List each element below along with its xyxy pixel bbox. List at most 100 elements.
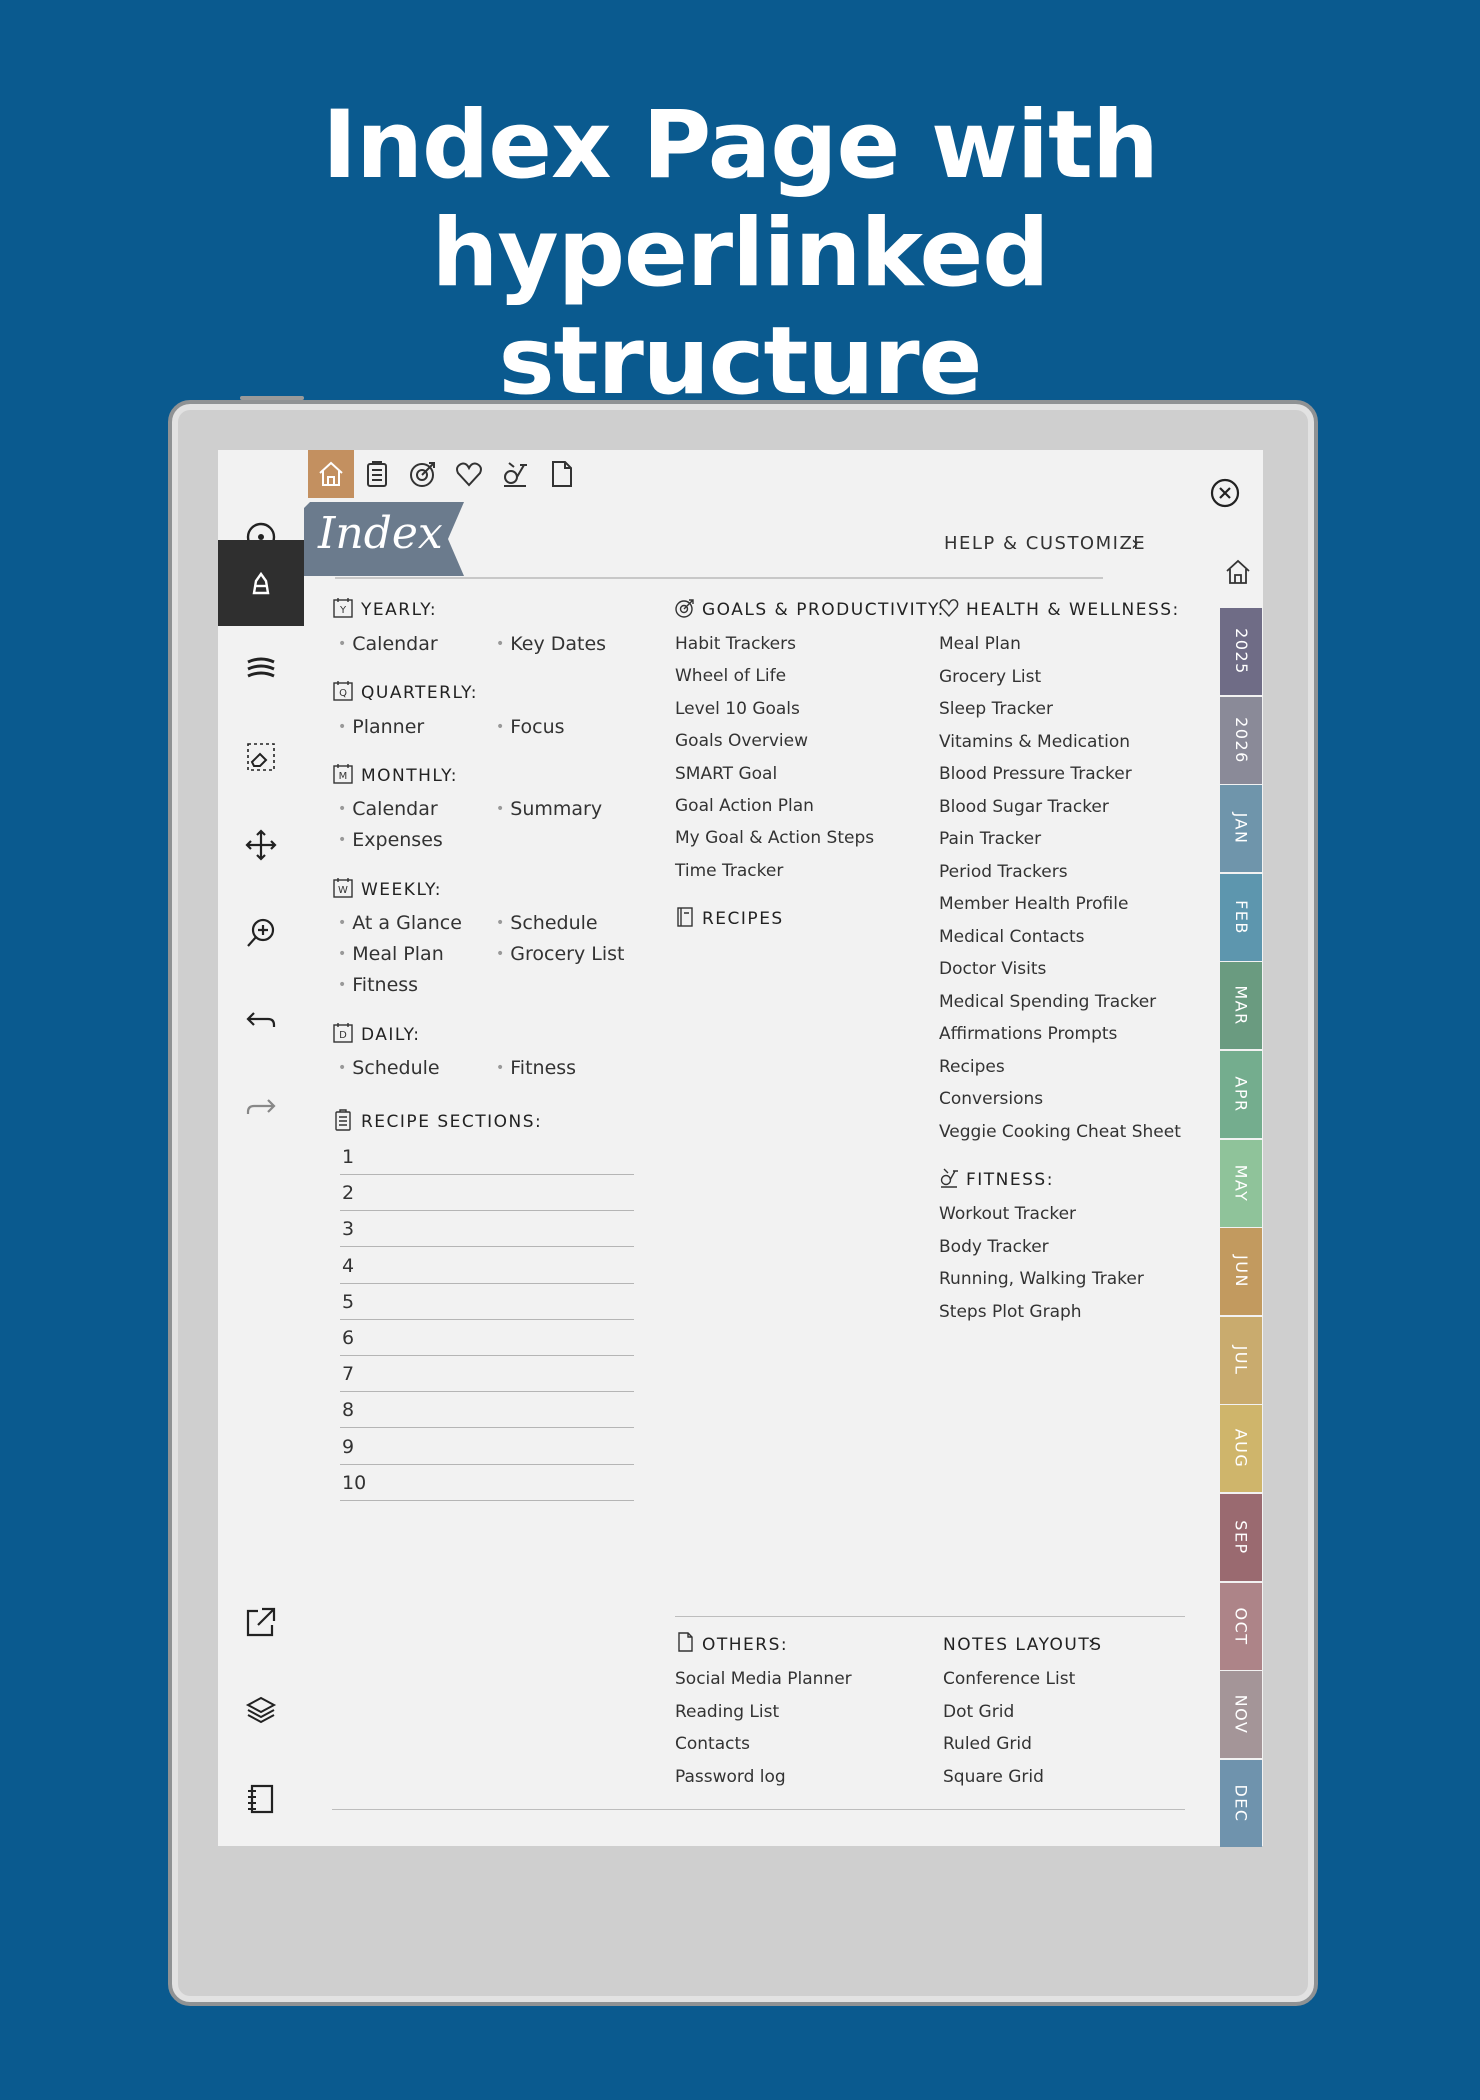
- section-notes-layouts[interactable]: NOTES LAYOUTS: [943, 1635, 1103, 1655]
- link-weekly-fitness[interactable]: Fitness: [338, 974, 418, 996]
- health-link-7[interactable]: Pain Tracker: [939, 829, 1041, 849]
- goal-link-7[interactable]: My Goal & Action Steps: [675, 828, 874, 848]
- goal-link-3[interactable]: Level 10 Goals: [675, 699, 800, 719]
- others-link-1[interactable]: Social Media Planner: [675, 1669, 852, 1689]
- month-tab-jan[interactable]: JAN: [1220, 785, 1262, 873]
- month-tab-sep[interactable]: SEP: [1220, 1494, 1262, 1581]
- zoom-button[interactable]: [218, 890, 304, 976]
- tab-planner[interactable]: [354, 450, 400, 498]
- link-daily-fitness[interactable]: Fitness: [496, 1057, 576, 1079]
- month-tab-dec[interactable]: DEC: [1220, 1759, 1262, 1847]
- recipe-section-3[interactable]: 3: [342, 1218, 354, 1240]
- link-quarterly-planner[interactable]: Planner: [338, 716, 424, 738]
- section-daily[interactable]: DAILY:: [361, 1025, 421, 1045]
- side-home-icon[interactable]: [1224, 558, 1252, 586]
- month-tab-nov[interactable]: NOV: [1220, 1671, 1262, 1759]
- undo-button[interactable]: [218, 977, 304, 1063]
- link-monthly-expenses[interactable]: Expenses: [338, 829, 443, 851]
- link-weekly-schedule[interactable]: Schedule: [496, 912, 597, 934]
- notes-layout-link-3[interactable]: Ruled Grid: [943, 1734, 1032, 1754]
- month-tab-apr[interactable]: APR: [1220, 1051, 1262, 1138]
- section-health-wellness[interactable]: HEALTH & WELLNESS:: [966, 600, 1180, 620]
- health-link-4[interactable]: Vitamins & Medication: [939, 732, 1130, 752]
- fitness-link-1[interactable]: Workout Tracker: [939, 1204, 1076, 1224]
- goal-link-6[interactable]: Goal Action Plan: [675, 796, 814, 816]
- notebook-button[interactable]: [218, 1756, 304, 1842]
- link-daily-schedule[interactable]: Schedule: [338, 1057, 439, 1079]
- goal-link-4[interactable]: Goals Overview: [675, 731, 808, 751]
- link-weekly-glance[interactable]: At a Glance: [338, 912, 462, 934]
- health-link-13[interactable]: Affirmations Prompts: [939, 1024, 1117, 1044]
- line-style-button[interactable]: [218, 626, 304, 712]
- eraser-select-button[interactable]: [218, 714, 304, 800]
- health-link-14[interactable]: Recipes: [939, 1057, 1005, 1077]
- recipe-section-9[interactable]: 9: [342, 1436, 354, 1458]
- tab-fitness[interactable]: [492, 450, 538, 498]
- month-tab-2025[interactable]: 2025: [1220, 608, 1262, 695]
- health-link-9[interactable]: Member Health Profile: [939, 894, 1128, 914]
- health-link-16[interactable]: Veggie Cooking Cheat Sheet: [939, 1122, 1181, 1142]
- section-fitness[interactable]: FITNESS:: [966, 1170, 1054, 1190]
- notes-layout-link-1[interactable]: Conference List: [943, 1669, 1075, 1689]
- fitness-link-2[interactable]: Body Tracker: [939, 1237, 1049, 1257]
- goal-link-1[interactable]: Habit Trackers: [675, 634, 796, 654]
- link-weekly-grocery[interactable]: Grocery List: [496, 943, 624, 965]
- month-tab-jul[interactable]: JUL: [1220, 1316, 1262, 1404]
- others-link-4[interactable]: Password log: [675, 1767, 786, 1787]
- section-monthly[interactable]: MONTHLY:: [361, 766, 458, 786]
- section-others[interactable]: OTHERS:: [702, 1635, 788, 1655]
- move-button[interactable]: [218, 802, 304, 888]
- goal-link-5[interactable]: SMART Goal: [675, 764, 777, 784]
- section-yearly[interactable]: YEARLY:: [361, 600, 437, 620]
- section-recipes[interactable]: RECIPES: [702, 909, 784, 929]
- health-link-6[interactable]: Blood Sugar Tracker: [939, 797, 1109, 817]
- health-link-15[interactable]: Conversions: [939, 1089, 1043, 1109]
- month-tab-oct[interactable]: OCT: [1220, 1582, 1262, 1670]
- month-tab-mar[interactable]: MAR: [1220, 962, 1262, 1050]
- notes-layout-link-4[interactable]: Square Grid: [943, 1767, 1044, 1787]
- health-link-8[interactable]: Period Trackers: [939, 862, 1068, 882]
- fitness-link-4[interactable]: Steps Plot Graph: [939, 1302, 1082, 1322]
- health-link-2[interactable]: Grocery List: [939, 667, 1041, 687]
- recipe-section-2[interactable]: 2: [342, 1182, 354, 1204]
- close-icon[interactable]: [1208, 476, 1242, 510]
- tab-home[interactable]: [308, 450, 354, 498]
- others-link-3[interactable]: Contacts: [675, 1734, 750, 1754]
- month-tab-2026[interactable]: 2026: [1220, 696, 1262, 784]
- health-link-5[interactable]: Blood Pressure Tracker: [939, 764, 1132, 784]
- link-monthly-summary[interactable]: Summary: [496, 798, 602, 820]
- recipe-section-1[interactable]: 1: [342, 1146, 354, 1168]
- export-button[interactable]: [218, 1579, 304, 1665]
- month-tab-aug[interactable]: AUG: [1220, 1405, 1262, 1493]
- recipe-section-10[interactable]: 10: [342, 1472, 366, 1494]
- layers-button[interactable]: [218, 1667, 304, 1753]
- tab-others[interactable]: [538, 450, 584, 498]
- recipe-section-8[interactable]: 8: [342, 1399, 354, 1421]
- recipe-section-4[interactable]: 4: [342, 1255, 354, 1277]
- notes-layout-link-2[interactable]: Dot Grid: [943, 1702, 1014, 1722]
- link-weekly-meal-plan[interactable]: Meal Plan: [338, 943, 443, 965]
- health-link-11[interactable]: Doctor Visits: [939, 959, 1046, 979]
- link-quarterly-focus[interactable]: Focus: [496, 716, 564, 738]
- fitness-link-3[interactable]: Running, Walking Traker: [939, 1269, 1144, 1289]
- month-tab-may[interactable]: MAY: [1220, 1139, 1262, 1227]
- link-monthly-calendar[interactable]: Calendar: [338, 798, 437, 820]
- section-weekly[interactable]: WEEKLY:: [361, 880, 442, 900]
- pen-tool-button[interactable]: [218, 540, 304, 626]
- goal-link-2[interactable]: Wheel of Life: [675, 666, 786, 686]
- health-link-1[interactable]: Meal Plan: [939, 634, 1021, 654]
- month-tab-feb[interactable]: FEB: [1220, 873, 1262, 961]
- section-goals-productivity[interactable]: GOALS & PRODUCTIVITY:: [702, 600, 945, 620]
- others-link-2[interactable]: Reading List: [675, 1702, 779, 1722]
- link-yearly-calendar[interactable]: Calendar: [338, 633, 437, 655]
- goal-link-8[interactable]: Time Tracker: [675, 861, 783, 881]
- health-link-12[interactable]: Medical Spending Tracker: [939, 992, 1156, 1012]
- redo-button[interactable]: [218, 1064, 304, 1150]
- recipe-section-6[interactable]: 6: [342, 1327, 354, 1349]
- tab-goals[interactable]: [400, 450, 446, 498]
- health-link-10[interactable]: Medical Contacts: [939, 927, 1085, 947]
- recipe-section-7[interactable]: 7: [342, 1363, 354, 1385]
- tab-health[interactable]: [446, 450, 492, 498]
- section-quarterly[interactable]: QUARTERLY:: [361, 683, 478, 703]
- health-link-3[interactable]: Sleep Tracker: [939, 699, 1053, 719]
